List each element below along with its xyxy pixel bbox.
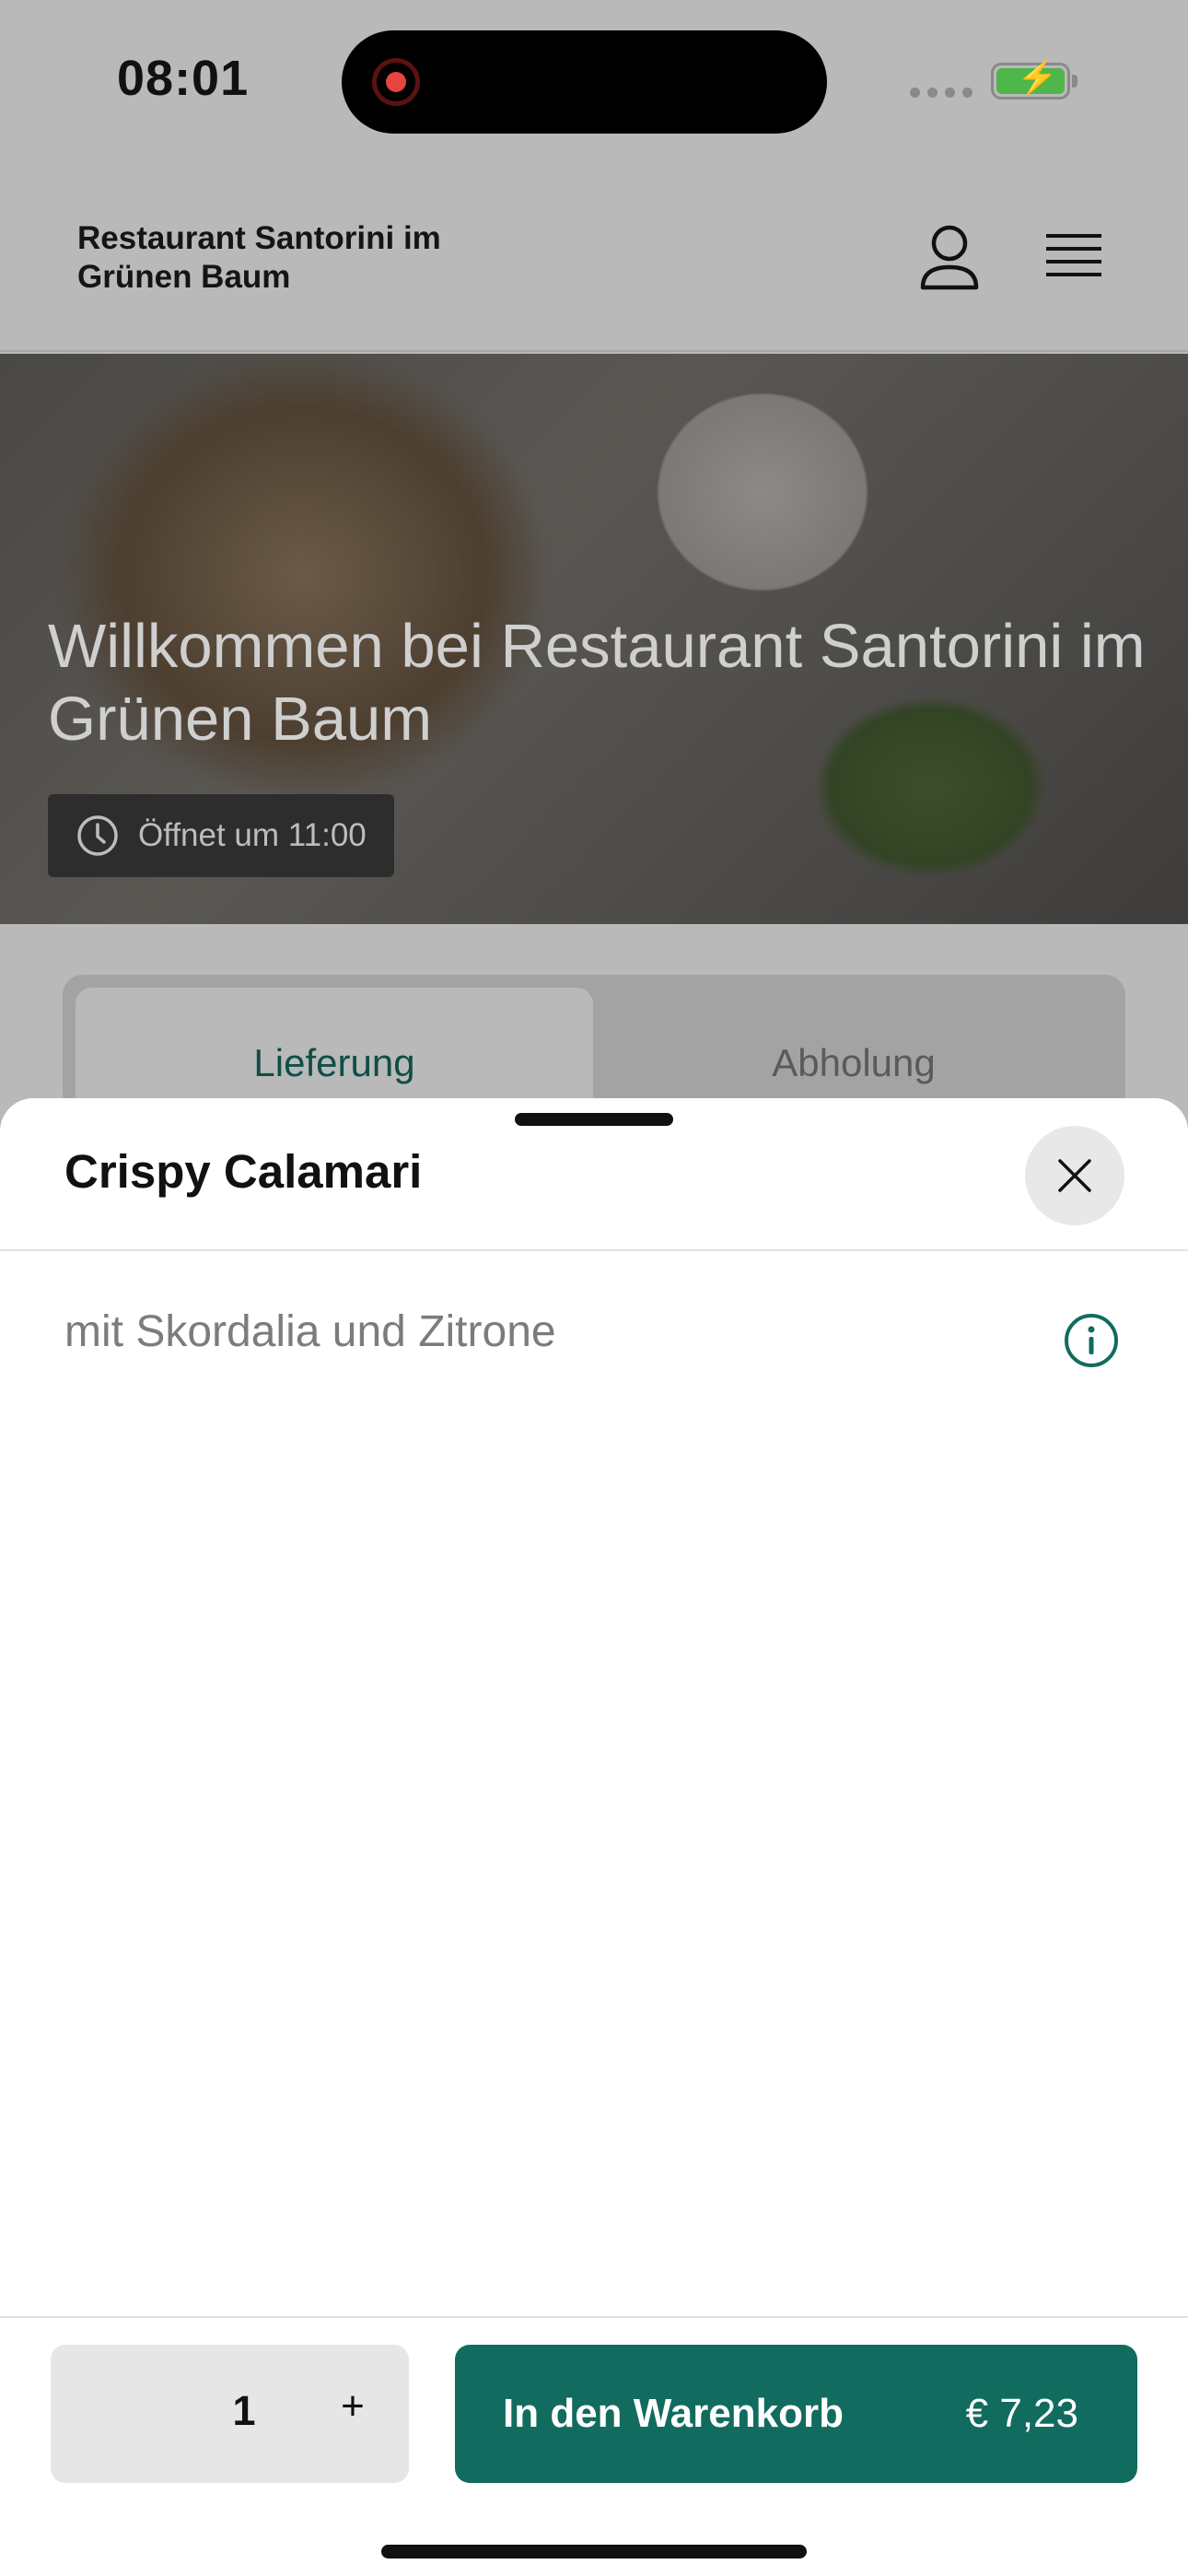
status-time: 08:01	[117, 51, 250, 106]
quantity-value: 1	[232, 2387, 256, 2434]
opening-status-badge: Öffnet um 11:00	[48, 794, 394, 877]
close-icon	[1058, 1159, 1091, 1192]
clock-icon	[77, 815, 118, 856]
info-button[interactable]	[1063, 1312, 1120, 1369]
app-header: Restaurant Santorini im Grünen Baum	[0, 166, 1188, 352]
sheet-grabber[interactable]	[515, 1113, 673, 1126]
battery-icon: ⚡	[991, 61, 1077, 100]
signal-icon	[910, 88, 973, 98]
add-to-cart-label: In den Warenkorb	[503, 2391, 844, 2436]
order-type-tabs: Lieferung Abholung	[63, 975, 1125, 1113]
status-bar: 08:01 ⚡	[0, 0, 1188, 166]
close-button[interactable]	[1025, 1126, 1124, 1225]
home-indicator[interactable]	[381, 2545, 807, 2558]
footer-divider	[0, 2316, 1188, 2318]
hero-banner: Willkommen bei Restaurant Santorini im G…	[0, 354, 1188, 924]
product-price: € 7,23	[965, 2391, 1078, 2436]
product-description: mit Skordalia und Zitrone	[64, 1307, 556, 1356]
hero-title: Willkommen bei Restaurant Santorini im G…	[48, 612, 1146, 755]
restaurant-name: Restaurant Santorini im Grünen Baum	[77, 220, 441, 295]
menu-icon	[1046, 234, 1101, 276]
menu-button[interactable]	[1041, 228, 1107, 286]
increase-quantity-button[interactable]: +	[327, 2383, 379, 2442]
quantity-stepper: 1 +	[51, 2345, 409, 2483]
opening-status-text: Öffnet um 11:00	[138, 817, 367, 853]
add-to-cart-button[interactable]: In den Warenkorb € 7,23	[455, 2345, 1137, 2483]
record-icon	[372, 58, 420, 106]
product-bottom-sheet: Crispy Calamari mit Skordalia und Zitron…	[0, 1098, 1188, 2576]
product-title: Crispy Calamari	[64, 1145, 423, 1198]
user-icon	[920, 225, 979, 290]
tab-abholung[interactable]: Abholung	[595, 988, 1112, 1113]
dynamic-island	[342, 30, 827, 134]
user-account-button[interactable]	[917, 221, 982, 295]
tab-lieferung[interactable]: Lieferung	[76, 988, 593, 1113]
sheet-divider	[0, 1249, 1188, 1251]
info-icon	[1065, 1314, 1118, 1367]
